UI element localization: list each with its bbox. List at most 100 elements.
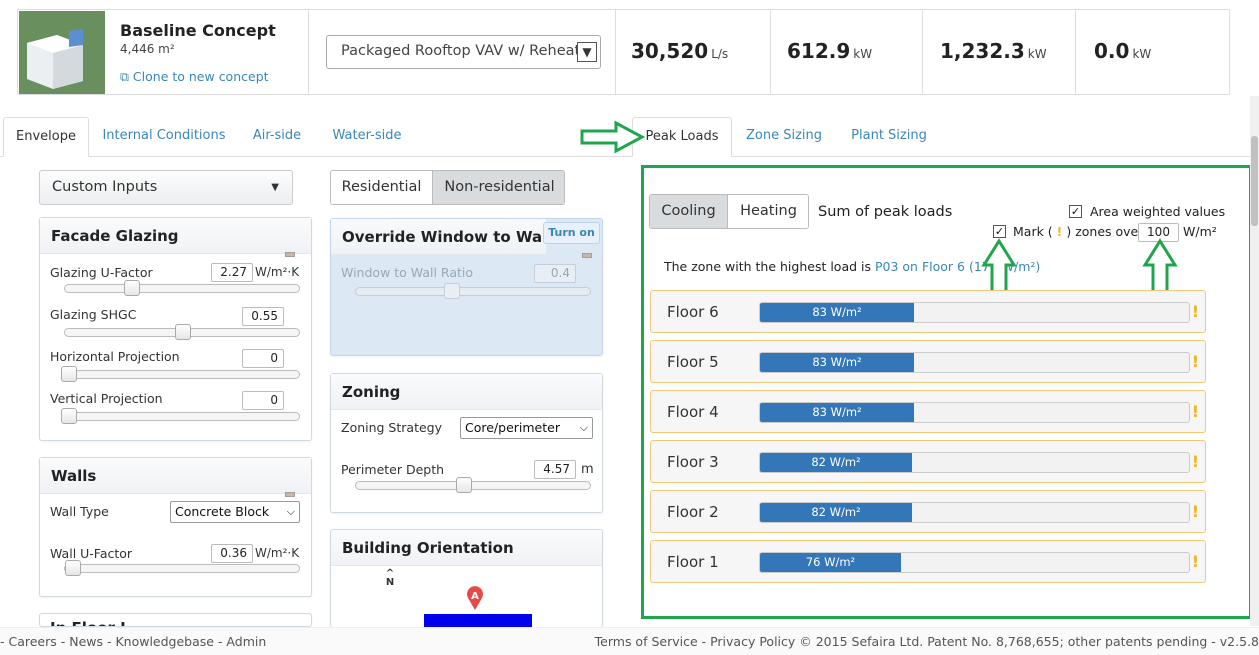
load-bar-value: 83 W/m² [812, 355, 862, 369]
shgc-input[interactable]: 0.55 [242, 307, 284, 326]
wall-u-slider[interactable] [64, 560, 300, 576]
perimeter-depth-unit: m [581, 462, 594, 477]
building-model-icon [27, 29, 83, 89]
north-label: N [385, 577, 395, 588]
area-weighted-checkbox[interactable]: ✓ [1069, 205, 1082, 218]
load-bar-track: 83 W/m² [759, 302, 1190, 323]
preset-dropdown[interactable]: Custom Inputs ▼ [39, 170, 293, 205]
glazing-u-slider-handle[interactable] [124, 280, 140, 296]
shgc-label: Glazing SHGC [50, 307, 137, 322]
mark-label-post: ) zones over [1066, 224, 1144, 239]
floor-row[interactable]: Floor 5 83 W/m²! [650, 340, 1206, 383]
copy-icon: ⧉ [120, 69, 129, 84]
collapse-handle-icon[interactable] [285, 252, 295, 257]
turn-on-button[interactable]: Turn on [543, 222, 600, 244]
vertical-projection-input[interactable]: 0 [242, 391, 284, 410]
floor-row[interactable]: Floor 6 83 W/m²! [650, 290, 1206, 333]
mark-zones-label: Mark ( ! ) zones over [1013, 224, 1143, 239]
wall-type-select[interactable]: Concrete Block ⌵ [170, 501, 300, 523]
north-arrow-icon: ^ N [385, 568, 395, 588]
collapse-handle-icon[interactable] [582, 253, 592, 258]
collapse-handle-icon[interactable] [285, 492, 295, 497]
vertical-projection-slider-handle[interactable] [61, 408, 77, 424]
building-footprint[interactable] [424, 614, 532, 627]
heating-button[interactable]: Heating [728, 195, 808, 228]
concept-header: Baseline Concept 4,446 m² ⧉ Clone to new… [17, 9, 1230, 95]
airflow-value: 30,520 [631, 39, 709, 63]
tab-plant-sizing[interactable]: Plant Sizing [845, 117, 933, 157]
scrollbar-thumb[interactable] [1251, 136, 1258, 226]
glazing-u-slider[interactable] [64, 280, 300, 296]
wall-type-value: Concrete Block [175, 504, 270, 519]
load-bar-track: 76 W/m² [759, 552, 1190, 573]
override-wwr-title: Override Window to Wall Ratio [331, 219, 546, 255]
hvac-system-value: Packaged Rooftop VAV w/ Reheat [341, 43, 581, 59]
wall-u-slider-handle[interactable] [65, 560, 81, 576]
shgc-slider-handle[interactable] [175, 324, 191, 340]
horizontal-projection-label: Horizontal Projection [50, 349, 180, 364]
floor-row[interactable]: Floor 3 82 W/m²! [650, 440, 1206, 483]
wwr-input[interactable]: 0.4 [534, 264, 576, 283]
concept-title: Baseline Concept [120, 21, 276, 40]
floor-row[interactable]: Floor 2 82 W/m²! [650, 490, 1206, 533]
perimeter-depth-input[interactable]: 4.57 [534, 460, 576, 479]
vertical-projection-slider[interactable] [61, 408, 300, 424]
building-area: 4,446 m² [120, 42, 175, 56]
floor-name: Floor 6 [667, 303, 719, 321]
zoning-strategy-select[interactable]: Core/perimeter ⌵ [460, 417, 593, 439]
cooling-heating-toggle: Cooling Heating [649, 194, 809, 229]
wall-u-unit: W/m²·K [255, 546, 300, 560]
perimeter-depth-label: Perimeter Depth [341, 462, 445, 477]
map-marker-icon[interactable]: A [465, 585, 485, 611]
footer-legal[interactable]: Terms of Service - Privacy Policy © 2015… [595, 634, 1259, 649]
tab-envelope[interactable]: Envelope [3, 117, 89, 157]
horizontal-projection-slider[interactable] [61, 366, 300, 382]
horizontal-projection-slider-handle[interactable] [61, 366, 77, 382]
tab-zone-sizing[interactable]: Zone Sizing [742, 117, 826, 157]
floor-name: Floor 1 [667, 553, 719, 571]
cooling-button[interactable]: Cooling [650, 195, 728, 228]
tab-air-side[interactable]: Air-side [244, 117, 310, 157]
glazing-u-label: Glazing U-Factor [50, 265, 153, 280]
load-bar-value: 76 W/m² [805, 555, 856, 569]
floor-row[interactable]: Floor 1 76 W/m²! [650, 540, 1206, 583]
load-bar-track: 83 W/m² [759, 402, 1190, 423]
load-bar-value: 82 W/m² [811, 505, 861, 519]
floor-row[interactable]: Floor 4 83 W/m²! [650, 390, 1206, 433]
load-bar-track: 82 W/m² [759, 502, 1190, 523]
hvac-system-select[interactable]: Packaged Rooftop VAV w/ Reheat ▼ [326, 35, 601, 69]
building-thumbnail[interactable] [19, 11, 105, 94]
mark-zones-checkbox[interactable]: ✓ [993, 225, 1006, 238]
warning-icon: ! [1191, 552, 1199, 571]
load-bar-value: 83 W/m² [812, 305, 862, 319]
footer: - Careers - News - Knowledgebase - Admin… [0, 627, 1259, 655]
non-residential-button[interactable]: Non-residential [433, 171, 564, 204]
shgc-slider[interactable] [64, 324, 300, 340]
perimeter-depth-slider-handle[interactable] [456, 477, 472, 493]
wwr-slider[interactable] [355, 283, 591, 299]
airflow-unit: L/s [711, 47, 729, 61]
glazing-u-input[interactable]: 2.27 [211, 263, 253, 282]
perimeter-depth-slider[interactable] [355, 477, 591, 493]
wall-u-input[interactable]: 0.36 [211, 544, 253, 563]
wwr-slider-handle[interactable] [444, 283, 460, 299]
preset-value: Custom Inputs [52, 179, 158, 195]
clone-concept-link[interactable]: ⧉ Clone to new concept [120, 69, 269, 85]
zoning-strategy-label: Zoning Strategy [341, 420, 442, 435]
residential-button[interactable]: Residential [331, 171, 433, 204]
tab-internal-conditions[interactable]: Internal Conditions [100, 117, 228, 157]
floor-name: Floor 2 [667, 503, 719, 521]
area-weighted-label: Area weighted values [1090, 204, 1226, 219]
walls-panel: Walls Wall Type Concrete Block ⌵ Wall U-… [39, 457, 312, 597]
footer-links[interactable]: - Careers - News - Knowledgebase - Admin [0, 634, 266, 649]
warning-icon: ! [1056, 224, 1063, 239]
peak-loads-panel: Cooling Heating Sum of peak loads ✓ Area… [641, 165, 1252, 619]
vertical-projection-label: Vertical Projection [50, 391, 163, 406]
load-bar-value: 83 W/m² [812, 405, 862, 419]
horizontal-projection-input[interactable]: 0 [242, 349, 284, 368]
metric-other: 0.0 kW [1075, 10, 1230, 94]
marker-letter: A [471, 591, 479, 602]
caret-down-icon: ▼ [271, 182, 279, 193]
scrollbar[interactable] [1250, 96, 1259, 626]
tab-water-side[interactable]: Water-side [325, 117, 409, 157]
